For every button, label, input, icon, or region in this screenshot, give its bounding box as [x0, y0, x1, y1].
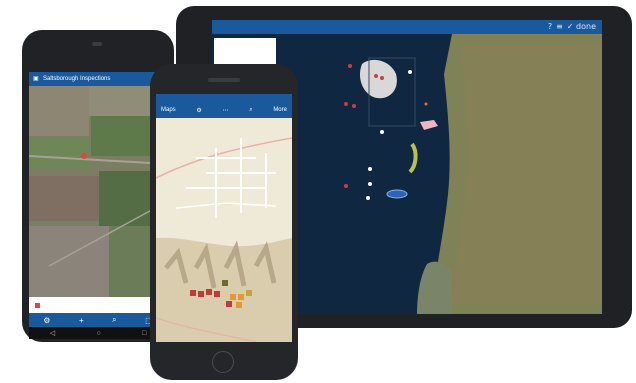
recents-icon[interactable]: □ [142, 330, 146, 337]
android-screen: ▣ Saltsborough Inspections ⚙ + ⌕ ⬚ [29, 72, 167, 327]
map-callout[interactable] [214, 38, 276, 66]
android-toolbar: ⚙ + ⌕ ⬚ [29, 313, 167, 327]
app-title: Saltsborough Inspections [43, 76, 111, 82]
status-marker-icon [35, 303, 40, 308]
android-app-bar: ▣ Saltsborough Inspections [29, 72, 167, 86]
phone-speaker [92, 42, 102, 46]
app-icon: ▣ [33, 76, 39, 82]
inspection-marker[interactable] [246, 290, 252, 296]
inspection-marker[interactable] [222, 280, 228, 286]
menu-icon[interactable]: ≡ [556, 22, 563, 31]
inspection-marker[interactable] [238, 294, 244, 300]
satellite-map[interactable] [29, 86, 167, 297]
back-icon[interactable]: ◁ [50, 329, 55, 337]
tablet-app-bar: ? ≡ ✓ done [212, 20, 602, 34]
search-icon[interactable]: ⌕ [112, 315, 116, 325]
inspection-marker[interactable] [198, 291, 204, 297]
status-bar [156, 94, 292, 102]
done-button[interactable]: ✓ done [567, 22, 596, 31]
settings-icon[interactable]: ⚙ [43, 316, 50, 325]
help-icon[interactable]: ? [548, 22, 552, 31]
iphone-device: Maps ⚙ ⋯ ⌕ More [150, 64, 298, 380]
iphone-app-bar: Maps ⚙ ⋯ ⌕ More [156, 102, 292, 118]
home-icon[interactable]: ○ [96, 330, 100, 337]
maps-button[interactable]: Maps [161, 107, 176, 113]
add-icon[interactable]: + [79, 316, 84, 325]
search-icon[interactable]: ⌕ [249, 107, 252, 114]
iphone-speaker [208, 78, 240, 82]
settings-icon[interactable]: ⚙ [196, 107, 201, 114]
inspection-marker[interactable] [190, 290, 196, 296]
inspection-marker[interactable] [214, 291, 220, 297]
inspection-marker[interactable] [236, 302, 242, 308]
home-button[interactable] [212, 351, 234, 373]
android-nav-bar: ◁ ○ □ [29, 327, 167, 339]
more-options-icon[interactable]: ⋯ [223, 107, 229, 114]
iphone-screen: Maps ⚙ ⋯ ⌕ More [156, 94, 292, 342]
inspection-marker[interactable] [206, 289, 212, 295]
inspection-marker[interactable] [230, 294, 236, 300]
more-button[interactable]: More [273, 107, 287, 113]
inspection-marker[interactable] [226, 301, 232, 307]
street-map[interactable] [156, 118, 292, 342]
